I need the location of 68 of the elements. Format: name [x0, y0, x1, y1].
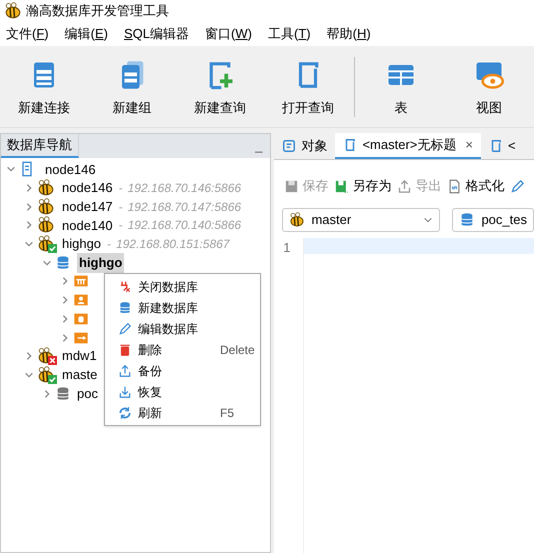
window-title: 瀚高数据库开发管理工具 — [26, 2, 169, 20]
menu-item[interactable]: 备份 — [105, 360, 260, 381]
folder-wrench-icon — [73, 330, 89, 346]
menu-item[interactable]: 新建数据库 — [105, 297, 260, 318]
bee-icon — [4, 2, 22, 20]
toolbar-button[interactable]: 表 — [357, 56, 445, 118]
list-icon — [282, 139, 296, 153]
menu-item[interactable]: 删除 Delete — [105, 339, 260, 360]
connection-address: 192.168.70.146:5866 — [128, 180, 242, 198]
tree-item[interactable]: poc — [77, 384, 98, 404]
database-icon — [459, 212, 476, 228]
dropdown[interactable]: master — [282, 208, 440, 232]
line-number: 1 — [282, 239, 290, 254]
separator-dash: - — [107, 236, 112, 254]
view-icon — [474, 60, 504, 90]
dropdown[interactable]: poc_tes — [452, 208, 534, 232]
separator-dash: - — [118, 180, 123, 198]
tree-item[interactable]: node146 — [62, 178, 113, 198]
tree-item[interactable]: highgo — [62, 234, 102, 254]
connection-address: 192.168.70.140:5866 — [128, 217, 242, 234]
menu-item[interactable]: 刷新 F5 — [105, 402, 260, 423]
toolbar-button[interactable]: 新建查询 — [176, 56, 264, 118]
toolbar-button[interactable]: 新建组 — [88, 56, 176, 118]
close-icon[interactable]: × — [465, 135, 473, 155]
folder-database-icon — [73, 310, 89, 327]
refresh-icon — [118, 406, 132, 420]
separator-dash: - — [118, 198, 123, 216]
query-icon — [343, 138, 358, 152]
toolbar-button[interactable]: 打开查询 — [264, 56, 352, 118]
tab[interactable]: < — [480, 133, 524, 159]
export-icon — [397, 178, 412, 194]
toolbar-button[interactable]: 视图 — [445, 56, 533, 118]
tab[interactable]: 对象 — [274, 133, 336, 159]
toolbar-button[interactable]: 另存为 — [334, 176, 392, 196]
connection-address: 192.168.70.147:5866 — [128, 198, 242, 216]
menu-item[interactable]: 工具(T) — [268, 24, 311, 44]
menu-item[interactable]: 恢复 — [105, 381, 260, 402]
tree-item[interactable]: node140 — [62, 216, 113, 236]
folder-table-icon — [73, 273, 89, 290]
bee-icon — [289, 212, 306, 228]
upload-icon — [118, 364, 132, 378]
tree-item[interactable]: maste — [62, 365, 98, 385]
minimize-button[interactable]: _ — [255, 136, 262, 156]
toolbar-button[interactable]: 格式化 — [447, 176, 504, 196]
database-icon — [118, 300, 132, 314]
pencil-icon — [118, 322, 132, 336]
tree-item[interactable]: mdw1 — [62, 346, 97, 366]
chevron-down-icon — [423, 215, 434, 225]
menu-item[interactable]: 文件(F) — [6, 24, 49, 44]
menu-item[interactable]: 编辑数据库 — [105, 318, 260, 339]
tree-item[interactable]: node146 — [45, 160, 96, 180]
menu-item[interactable]: 帮助(H) — [326, 24, 371, 44]
pencil-icon — [510, 178, 526, 194]
folder-user-icon — [73, 292, 89, 308]
menu-item[interactable]: SQL编辑器 — [124, 24, 190, 44]
separator-dash: - — [118, 217, 123, 234]
tab[interactable]: <master>无标题 × — [335, 133, 481, 159]
panel-tab[interactable]: 数据库导航 — [1, 134, 79, 158]
menu-item[interactable]: 关闭数据库 — [105, 276, 260, 297]
code-document-icon — [447, 178, 462, 194]
download-icon — [118, 384, 132, 398]
tree-item[interactable]: node147 — [62, 196, 113, 216]
menu-item[interactable]: 编辑(E) — [64, 24, 108, 44]
trash-icon — [118, 342, 132, 356]
toolbar-button[interactable]: 新建连接 — [0, 56, 88, 118]
menu-item[interactable]: 窗口(W) — [205, 24, 252, 44]
tree-item[interactable]: highgo — [77, 253, 124, 273]
connection-address: 192.168.80.151:5867 — [116, 236, 230, 254]
